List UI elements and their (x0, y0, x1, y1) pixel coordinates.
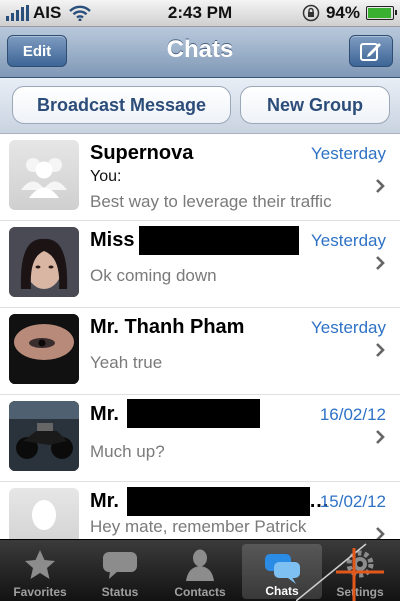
chat-preview: Best way to leverage their traffic (90, 192, 332, 211)
new-group-button[interactable]: New Group (240, 86, 390, 124)
chat-preview: Hey mate, remember Patrick (90, 517, 307, 536)
chevron-right-icon (376, 256, 385, 270)
tab-favorites[interactable]: Favorites (0, 540, 80, 601)
contact-photo (9, 227, 79, 297)
eye-closeup-illustration (9, 314, 79, 384)
chat-date: 16/02/12 (319, 405, 386, 424)
rotation-lock-icon (302, 4, 320, 22)
tab-label: Status (101, 585, 139, 599)
chat-sender: You: (90, 168, 122, 185)
chat-preview: Ok coming down (90, 266, 217, 285)
redaction-bar (139, 226, 299, 255)
annotation-overlay (296, 543, 384, 601)
chat-date: Yesterday (311, 231, 386, 250)
chat-name: Supernova (90, 142, 194, 164)
chat-row[interactable]: Mr.… 15/02/12 Hey mate, remember Patrick (0, 482, 400, 539)
battery-icon (366, 6, 397, 20)
chat-row[interactable]: Mr. 16/02/12 Much up? (0, 395, 400, 482)
action-bar: Broadcast Message New Group (0, 78, 400, 134)
portrait-illustration (9, 227, 79, 297)
page-title: Chats (166, 36, 234, 63)
tab-label: Favorites (13, 585, 67, 599)
group-placeholder-icon (21, 158, 67, 198)
motorcycle-illustration (9, 401, 79, 471)
contact-photo (9, 314, 79, 384)
chat-list: Supernova Yesterday You: Best way to lev… (0, 134, 400, 539)
broadcast-message-button[interactable]: Broadcast Message (12, 86, 231, 124)
chevron-right-icon (376, 527, 385, 539)
navigation-bar: Edit Chats (0, 27, 400, 78)
speech-bubble-icon (103, 552, 137, 579)
group-avatar (9, 140, 79, 210)
star-icon (25, 550, 55, 579)
status-bar: AIS 2:43 PM 94% (0, 0, 400, 27)
chat-name: Mr. Thanh Pham (90, 316, 245, 338)
chat-date: Yesterday (311, 144, 386, 163)
chevron-right-icon (376, 430, 385, 444)
chat-name: Miss (90, 229, 135, 251)
tab-bar: Favorites Status Contacts Chats Settings (0, 539, 400, 601)
tab-contacts[interactable]: Contacts (160, 540, 240, 601)
compose-icon (360, 43, 381, 61)
battery-fill (368, 8, 391, 18)
person-placeholder-icon (32, 500, 56, 530)
battery-percent: 94% (325, 3, 360, 22)
tab-status[interactable]: Status (80, 540, 160, 601)
person-icon (186, 549, 214, 581)
contact-photo (9, 401, 79, 471)
chat-date: Yesterday (311, 318, 386, 337)
redaction-bar (127, 399, 260, 428)
chat-name: Mr.… (90, 490, 329, 512)
chat-name: Mr. (90, 403, 119, 425)
chat-date: 15/02/12 (319, 492, 386, 511)
tab-label: Contacts (174, 585, 226, 599)
chat-row[interactable]: Supernova Yesterday You: Best way to lev… (0, 134, 400, 221)
chat-preview: Much up? (90, 442, 165, 461)
chevron-right-icon (376, 343, 385, 357)
chat-preview: Yeah true (90, 353, 163, 372)
status-right-group: 94% (302, 3, 397, 23)
chat-row[interactable]: Mr. Thanh Pham Yesterday Yeah true (0, 308, 400, 395)
chevron-right-icon (376, 179, 385, 193)
chat-row[interactable]: Miss Yesterday Ok coming down (0, 221, 400, 308)
redaction-bar (127, 487, 310, 516)
contact-avatar (9, 488, 79, 539)
compose-button[interactable] (349, 35, 393, 67)
